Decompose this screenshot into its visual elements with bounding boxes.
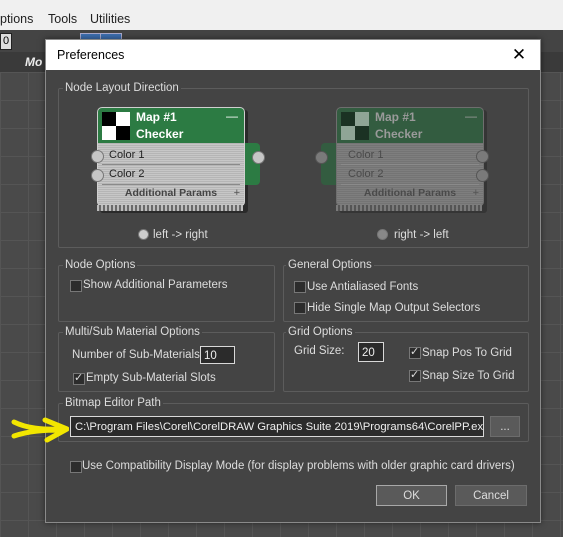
node-type: Checker — [136, 127, 184, 141]
node-name: Map #1 — [375, 110, 416, 124]
node-preview-right[interactable]: Map #1 Checker — Color 1 Color 2 Additio… — [315, 107, 489, 213]
node-layout-title: Node Layout Direction — [63, 82, 181, 94]
output-port-icon — [252, 151, 265, 164]
menu-options[interactable]: ptions — [0, 12, 33, 26]
checker-icon — [341, 112, 369, 140]
general-options-title: General Options — [286, 259, 374, 271]
multisub-title: Multi/Sub Material Options — [63, 326, 202, 338]
node-options-title: Node Options — [63, 259, 138, 271]
node-header: Map #1 Checker — — [336, 107, 484, 144]
empty-slots-checkbox[interactable] — [73, 371, 85, 385]
annotation-arrow-icon — [11, 417, 69, 443]
radio-right-to-left-label[interactable]: right -> left — [394, 229, 449, 241]
menu-utilities[interactable]: Utilities — [90, 12, 130, 26]
radio-left-to-right-label[interactable]: left -> right — [153, 229, 208, 241]
show-additional-checkbox[interactable] — [70, 280, 82, 292]
tab-label[interactable]: Mo — [25, 55, 42, 69]
additional-params-label: Additional Params — [124, 187, 218, 199]
close-icon[interactable]: ✕ — [508, 44, 530, 66]
slot-label: Color 1 — [109, 149, 145, 161]
radio-left-to-right[interactable] — [138, 229, 149, 240]
show-additional-label[interactable]: Show Additional Parameters — [83, 279, 227, 291]
plus-icon: + — [233, 187, 240, 199]
ok-button[interactable]: OK — [376, 485, 447, 506]
grid-options-group — [283, 332, 529, 392]
node-options-group — [58, 265, 275, 322]
hide-single-checkbox[interactable] — [294, 302, 306, 314]
input-port-icon — [476, 169, 489, 182]
bitmap-path-title: Bitmap Editor Path — [63, 397, 163, 409]
num-submaterials-input[interactable]: 10 — [200, 346, 235, 364]
input-port-icon — [91, 169, 104, 182]
additional-params-label: Additional Params — [363, 187, 457, 199]
snap-pos-checkbox[interactable] — [409, 345, 421, 359]
radio-right-to-left[interactable] — [377, 229, 388, 240]
menu-tools[interactable]: Tools — [48, 12, 77, 26]
snap-size-label[interactable]: Snap Size To Grid — [422, 370, 514, 382]
antialiased-fonts-checkbox[interactable] — [294, 281, 306, 293]
empty-slots-label[interactable]: Empty Sub-Material Slots — [86, 372, 216, 384]
snap-pos-label[interactable]: Snap Pos To Grid — [422, 347, 512, 359]
cancel-button[interactable]: Cancel — [455, 485, 527, 506]
preferences-dialog: Preferences ✕ Node Layout Direction Map … — [45, 39, 541, 523]
minimize-icon: — — [465, 109, 477, 123]
node-name: Map #1 — [136, 110, 177, 124]
browse-button[interactable]: ... — [490, 416, 520, 437]
node-type: Checker — [375, 127, 423, 141]
dialog-title: Preferences — [57, 48, 125, 62]
grid-size-label: Grid Size: — [294, 345, 345, 357]
toolbar-value[interactable]: 0 — [0, 33, 13, 50]
menu-bar: ptions Tools Utilities — [0, 0, 563, 30]
output-port-icon — [315, 151, 328, 164]
snap-size-checkbox[interactable] — [409, 368, 421, 382]
input-port-icon — [476, 150, 489, 163]
node-output-strip — [243, 143, 260, 185]
slot-label: Color 2 — [348, 168, 384, 180]
bitmap-path-input[interactable]: C:\Program Files\Corel\CorelDRAW Graphic… — [70, 416, 484, 437]
node-header: Map #1 Checker — — [97, 107, 245, 144]
dialog-titlebar[interactable]: Preferences ✕ — [46, 40, 540, 70]
node-body: Color 1 Color 2 Additional Params + — [97, 143, 245, 206]
plus-icon: + — [472, 187, 479, 199]
checker-icon — [102, 112, 130, 140]
compat-mode-label[interactable]: Use Compatibility Display Mode (for disp… — [82, 460, 515, 472]
node-body: Color 1 Color 2 Additional Params + — [336, 143, 484, 206]
num-submaterials-label: Number of Sub-Materials: — [72, 349, 204, 361]
slot-label: Color 2 — [109, 168, 145, 180]
antialiased-fonts-label[interactable]: Use Antialiased Fonts — [307, 281, 418, 293]
slot-label: Color 1 — [348, 149, 384, 161]
grid-options-title: Grid Options — [286, 326, 355, 338]
input-port-icon — [91, 150, 104, 163]
minimize-icon: — — [226, 109, 238, 123]
node-preview-left[interactable]: Map #1 Checker — Color 1 Color 2 Additio… — [91, 107, 265, 213]
compat-mode-checkbox[interactable] — [70, 461, 82, 473]
hide-single-label[interactable]: Hide Single Map Output Selectors — [307, 302, 480, 314]
grid-size-input[interactable]: 20 — [358, 342, 384, 362]
